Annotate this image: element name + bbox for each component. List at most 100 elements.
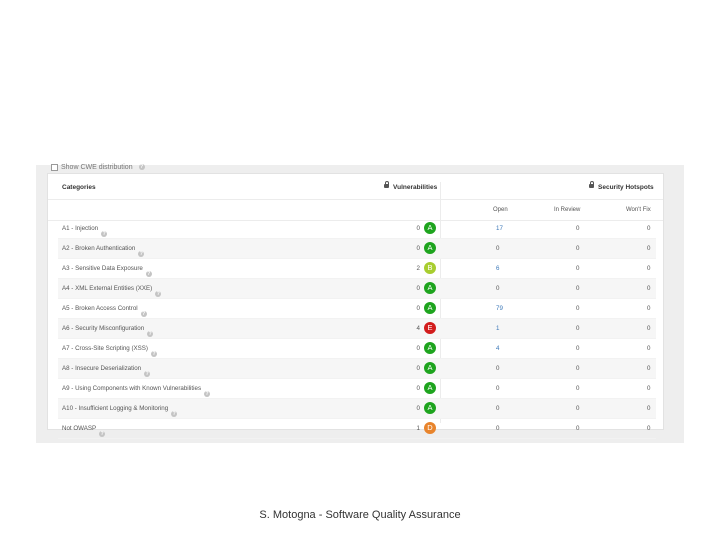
in-review-count: 0 bbox=[576, 285, 580, 292]
category-cell: A6 - Security Misconfiguration? bbox=[62, 325, 154, 337]
help-icon[interactable]: ? bbox=[101, 231, 108, 237]
help-icon[interactable]: ? bbox=[147, 331, 154, 337]
wont-fix-count: 0 bbox=[647, 245, 651, 252]
help-icon[interactable]: ? bbox=[204, 391, 211, 397]
security-rating-badge: A bbox=[424, 382, 436, 394]
vulnerability-count[interactable]: 0 bbox=[410, 305, 420, 312]
in-review-count: 0 bbox=[576, 245, 580, 252]
help-icon[interactable]: ? bbox=[140, 311, 147, 317]
vulnerability-count[interactable]: 4 bbox=[410, 325, 420, 332]
security-rating-badge: B bbox=[424, 262, 436, 274]
in-review-count: 0 bbox=[576, 345, 580, 352]
security-rating-badge: A bbox=[424, 402, 436, 414]
help-icon[interactable]: ? bbox=[150, 351, 157, 357]
wont-fix-count: 0 bbox=[647, 305, 651, 312]
vulnerability-count[interactable]: 0 bbox=[410, 225, 420, 232]
category-label: A9 - Using Components with Known Vulnera… bbox=[62, 385, 202, 392]
in-review-column-header: In Review bbox=[554, 207, 581, 213]
vulnerability-count[interactable]: 0 bbox=[410, 405, 420, 412]
category-label: A5 - Broken Access Control bbox=[62, 305, 138, 312]
open-hotspots-count[interactable]: 17 bbox=[496, 225, 503, 232]
open-hotspots-count: 0 bbox=[496, 365, 500, 372]
vulnerability-count[interactable]: 0 bbox=[410, 345, 420, 352]
wont-fix-count: 0 bbox=[647, 325, 651, 332]
vulnerability-count[interactable]: 1 bbox=[410, 425, 420, 432]
open-hotspots-count[interactable]: 6 bbox=[496, 265, 499, 272]
open-hotspots-count: 0 bbox=[496, 425, 500, 432]
wont-fix-count: 0 bbox=[647, 405, 651, 412]
vulnerabilities-header[interactable]: Vulnerabilities bbox=[384, 181, 437, 191]
categories-header: Categories bbox=[62, 184, 96, 191]
security-rating-badge: A bbox=[424, 242, 436, 254]
in-review-count: 0 bbox=[576, 405, 580, 412]
table-row: A1 - Injection? 0 A 17 0 0 bbox=[58, 219, 656, 239]
help-icon[interactable]: ? bbox=[145, 271, 152, 277]
category-label: Not OWASP bbox=[62, 425, 97, 432]
help-icon[interactable]: ? bbox=[138, 164, 145, 170]
open-hotspots-count[interactable]: 79 bbox=[496, 305, 503, 312]
wont-fix-count: 0 bbox=[647, 385, 651, 392]
open-hotspots-count[interactable]: 4 bbox=[496, 345, 499, 352]
in-review-count: 0 bbox=[576, 305, 580, 312]
vulnerability-count[interactable]: 0 bbox=[410, 285, 420, 292]
wont-fix-count: 0 bbox=[647, 365, 651, 372]
in-review-count: 0 bbox=[576, 385, 580, 392]
wont-fix-count: 0 bbox=[647, 225, 651, 232]
security-rating-badge: A bbox=[424, 302, 436, 314]
category-label: A8 - Insecure Deserialization bbox=[62, 365, 142, 372]
help-icon[interactable]: ? bbox=[171, 411, 178, 417]
open-hotspots-count[interactable]: 1 bbox=[496, 325, 499, 332]
wont-fix-count: 0 bbox=[647, 285, 651, 292]
category-cell: A4 - XML External Entities (XXE)? bbox=[62, 285, 162, 297]
security-rating-badge: A bbox=[424, 222, 436, 234]
open-hotspots-count: 0 bbox=[496, 405, 500, 412]
category-cell: A7 - Cross-Site Scripting (XSS)? bbox=[62, 345, 157, 357]
category-cell: A3 - Sensitive Data Exposure? bbox=[62, 265, 152, 277]
category-cell: A9 - Using Components with Known Vulnera… bbox=[62, 385, 211, 397]
category-cell: Not OWASP? bbox=[62, 425, 106, 437]
category-cell: A1 - Injection? bbox=[62, 225, 108, 237]
category-label: A7 - Cross-Site Scripting (XSS) bbox=[62, 345, 148, 352]
open-hotspots-count: 0 bbox=[496, 285, 500, 292]
help-icon[interactable]: ? bbox=[144, 371, 151, 377]
cwe-distribution-toggle[interactable]: Show CWE distribution ? bbox=[51, 162, 145, 172]
in-review-count: 0 bbox=[576, 365, 580, 372]
vulnerability-count[interactable]: 0 bbox=[410, 365, 420, 372]
wont-fix-count: 0 bbox=[647, 425, 651, 432]
wont-fix-column-header: Won't Fix bbox=[626, 207, 651, 213]
category-cell: A10 - Insufficient Logging & Monitoring? bbox=[62, 405, 178, 417]
checkbox-icon[interactable] bbox=[51, 163, 58, 171]
security-rating-badge: A bbox=[424, 342, 436, 354]
table-row: A3 - Sensitive Data Exposure? 2 B 6 0 0 bbox=[58, 259, 656, 279]
security-hotspots-header[interactable]: Security Hotspots bbox=[589, 181, 654, 191]
table-row: A7 - Cross-Site Scripting (XSS)? 0 A 4 0 0 bbox=[58, 339, 656, 359]
category-label: A3 - Sensitive Data Exposure bbox=[62, 265, 143, 272]
vulnerability-count[interactable]: 0 bbox=[410, 245, 420, 252]
table-row: A2 - Broken Authentication? 0 A 0 0 0 bbox=[58, 239, 656, 259]
sonarqube-owasp-report: Show CWE distribution ? Categories Vulne… bbox=[36, 162, 684, 443]
table-row: A6 - Security Misconfiguration? 4 E 1 0 0 bbox=[58, 319, 656, 339]
owasp-category-list: A1 - Injection? 0 A 17 0 0 A2 - Broken Authent… bbox=[58, 219, 656, 439]
help-icon[interactable]: ? bbox=[99, 431, 106, 437]
table-row: Not OWASP? 1 D 0 0 0 bbox=[58, 419, 656, 439]
vulnerability-count[interactable]: 0 bbox=[410, 385, 420, 392]
help-icon[interactable]: ? bbox=[155, 291, 162, 297]
vulnerability-count[interactable]: 2 bbox=[410, 265, 420, 272]
table-row: A10 - Insufficient Logging & Monitoring?… bbox=[58, 399, 656, 419]
in-review-count: 0 bbox=[576, 325, 580, 332]
in-review-count: 0 bbox=[576, 265, 580, 272]
owasp-table-card: Categories Vulnerabilities Security Hots… bbox=[47, 173, 664, 439]
table-header-top bbox=[48, 174, 663, 200]
security-rating-badge: A bbox=[424, 362, 436, 374]
open-column-header: Open bbox=[493, 207, 508, 213]
help-icon[interactable]: ? bbox=[138, 251, 145, 257]
in-review-count: 0 bbox=[576, 425, 580, 432]
lock-icon bbox=[589, 181, 594, 189]
lock-icon bbox=[384, 181, 389, 189]
security-rating-badge: A bbox=[424, 282, 436, 294]
table-row: A8 - Insecure Deserialization? 0 A 0 0 0 bbox=[58, 359, 656, 379]
category-cell: A2 - Broken Authentication? bbox=[62, 245, 145, 257]
security-rating-badge: E bbox=[424, 322, 436, 334]
security-rating-badge: D bbox=[424, 422, 436, 434]
table-row: A5 - Broken Access Control? 0 A 79 0 0 bbox=[58, 299, 656, 319]
